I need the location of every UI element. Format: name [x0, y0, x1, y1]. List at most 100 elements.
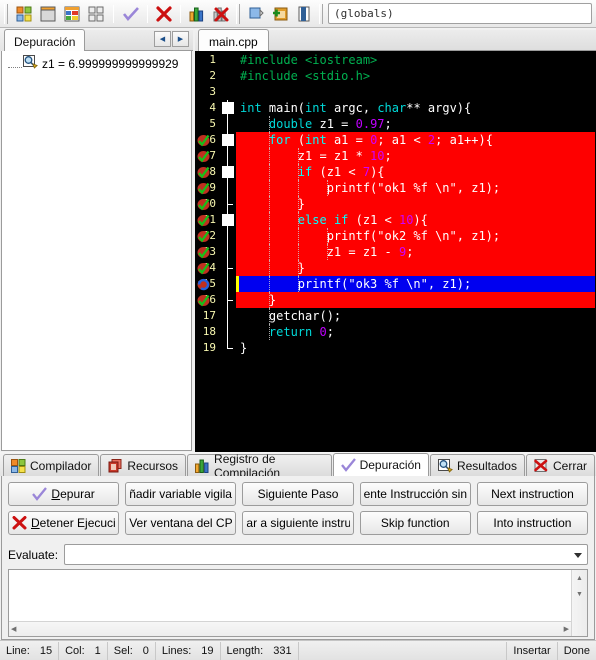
evaluate-output-vscrollbar[interactable]: ▲ ▼	[571, 570, 587, 636]
fold-toggle-icon[interactable]	[222, 214, 234, 226]
tab-depuracion-left[interactable]: Depuración	[4, 29, 86, 51]
code-line[interactable]: 12 printf("ok2 %f \n", z1);	[196, 228, 595, 244]
code-line[interactable]: 18 return 0;	[196, 324, 595, 340]
fold-column[interactable]	[218, 132, 236, 148]
fold-column[interactable]	[218, 260, 236, 276]
fold-toggle-icon[interactable]	[222, 166, 234, 178]
line-number[interactable]: 17	[196, 308, 218, 324]
code-line[interactable]: 17 getchar();	[196, 308, 595, 324]
toolbar-grip-1[interactable]	[4, 3, 8, 24]
globals-scope-combo[interactable]: (globals)	[328, 3, 592, 24]
watch-item[interactable]: z1 = 6.999999999999929	[2, 51, 191, 72]
code-text[interactable]	[236, 84, 595, 100]
debug-button-into-instruction[interactable]: Into instruction	[476, 511, 589, 535]
code-editor[interactable]: 1 #include <iostream> 2 #include <stdio.h> 3…	[195, 51, 596, 452]
fold-column[interactable]	[218, 100, 236, 116]
stop-red-x-icon[interactable]	[152, 2, 176, 26]
bottom-tab-resultados[interactable]: Resultados	[429, 454, 525, 476]
line-number[interactable]: 5	[196, 116, 218, 132]
bottom-tab-depuraci-n[interactable]: Depuración	[332, 453, 429, 476]
debug-button-ver-ventana-del-cpu[interactable]: Ver ventana del CPU	[125, 511, 237, 535]
executed-check-icon[interactable]	[197, 182, 210, 195]
profiling-chart-icon[interactable]	[185, 2, 209, 26]
debug-button-next-instruction[interactable]: Next instruction	[476, 482, 589, 506]
book-icon[interactable]	[292, 2, 316, 26]
copy-window-icon[interactable]	[244, 2, 268, 26]
code-text[interactable]: double z1 = 0.97;	[236, 116, 595, 132]
code-line[interactable]: 9 printf("ok1 %f \n", z1);	[196, 180, 595, 196]
fold-column[interactable]	[218, 308, 236, 324]
code-text[interactable]: int main(int argc, char** argv){	[236, 100, 595, 116]
line-number[interactable]: 18	[196, 324, 218, 340]
code-line[interactable]: 14 }	[196, 260, 595, 276]
fold-column[interactable]	[218, 228, 236, 244]
evaluate-input[interactable]	[64, 544, 588, 565]
fold-column[interactable]	[218, 116, 236, 132]
watch-tree[interactable]: z1 = 6.999999999999929	[1, 51, 192, 451]
toolbar-grip-3[interactable]	[319, 3, 323, 24]
line-gutter-marker[interactable]: 8	[196, 164, 218, 180]
chevron-down-icon[interactable]	[574, 553, 582, 558]
new-project-icon[interactable]	[12, 2, 36, 26]
line-gutter-marker[interactable]: 12	[196, 228, 218, 244]
executed-check-icon[interactable]	[197, 294, 210, 307]
code-line[interactable]: 5 double z1 = 0.97;	[196, 116, 595, 132]
debug-button-depurar[interactable]: Depurar	[8, 482, 120, 506]
add-window-icon[interactable]	[268, 2, 292, 26]
code-line[interactable]: 6 for (int a1 = 0; a1 < 2; a1++){	[196, 132, 595, 148]
fold-column[interactable]	[218, 244, 236, 260]
code-line[interactable]: 15 printf("ok3 %f \n", z1);	[196, 276, 595, 292]
fold-column[interactable]	[218, 340, 236, 356]
scroll-down-icon[interactable]: ▼	[572, 586, 587, 602]
debug-button-detener-ejecuci-n[interactable]: Detener Ejecución	[8, 511, 120, 535]
code-line[interactable]: 4 int main(int argc, char** argv){	[196, 100, 595, 116]
code-line[interactable]: 13 z1 = z1 - 9;	[196, 244, 595, 260]
evaluate-output-hscrollbar[interactable]: ◀ ▶	[9, 621, 571, 636]
code-line[interactable]: 1 #include <iostream>	[196, 52, 595, 68]
code-text[interactable]: printf("ok2 %f \n", z1);	[236, 228, 595, 244]
debug-button-skip-function[interactable]: Skip function	[359, 511, 471, 535]
bottom-tab-cerrar[interactable]: Cerrar	[525, 454, 595, 476]
code-text[interactable]: printf("ok3 %f \n", z1);	[236, 276, 595, 292]
code-text[interactable]: #include <iostream>	[236, 52, 595, 68]
code-text[interactable]: }	[236, 196, 595, 212]
line-number[interactable]: 1	[196, 52, 218, 68]
fold-column[interactable]	[218, 212, 236, 228]
code-text[interactable]: printf("ok1 %f \n", z1);	[236, 180, 595, 196]
fold-column[interactable]	[218, 52, 236, 68]
fold-column[interactable]	[218, 196, 236, 212]
debug-button-ar-a-siguiente-instruc[interactable]: ar a siguiente instruc	[242, 511, 354, 535]
scroll-left-icon[interactable]: ◀	[11, 625, 16, 633]
code-line[interactable]: 8 if (z1 < 7){	[196, 164, 595, 180]
scroll-up-icon[interactable]: ▲	[572, 570, 587, 586]
executed-check-icon[interactable]	[197, 230, 210, 243]
executed-check-icon[interactable]	[197, 166, 210, 179]
fold-column[interactable]	[218, 276, 236, 292]
code-text[interactable]: return 0;	[236, 324, 595, 340]
fold-toggle-icon[interactable]	[222, 134, 234, 146]
code-text[interactable]: for (int a1 = 0; a1 < 2; a1++){	[236, 132, 595, 148]
line-gutter-marker[interactable]: 14	[196, 260, 218, 276]
project-options-icon[interactable]	[60, 2, 84, 26]
new-window-icon[interactable]	[36, 2, 60, 26]
code-text[interactable]: }	[236, 292, 595, 308]
line-number[interactable]: 3	[196, 84, 218, 100]
fold-toggle-icon[interactable]	[222, 102, 234, 114]
delete-profile-icon[interactable]	[209, 2, 233, 26]
code-text[interactable]: }	[236, 260, 595, 276]
line-number[interactable]: 19	[196, 340, 218, 356]
line-gutter-marker[interactable]: 10	[196, 196, 218, 212]
code-text[interactable]: getchar();	[236, 308, 595, 324]
toolbar-grip-2[interactable]	[236, 3, 240, 24]
bottom-tab-compilador[interactable]: Compilador	[3, 454, 100, 476]
fold-column[interactable]	[218, 324, 236, 340]
code-text[interactable]: }	[236, 340, 595, 356]
code-line[interactable]: 16 }	[196, 292, 595, 308]
tab-main-cpp[interactable]: main.cpp	[198, 29, 269, 51]
line-gutter-marker[interactable]: 11	[196, 212, 218, 228]
line-gutter-marker[interactable]: 16	[196, 292, 218, 308]
fold-column[interactable]	[218, 180, 236, 196]
code-line[interactable]: 11 else if (z1 < 10){	[196, 212, 595, 228]
code-text[interactable]: z1 = z1 - 9;	[236, 244, 595, 260]
bottom-tab-recursos[interactable]: Recursos	[100, 454, 187, 476]
